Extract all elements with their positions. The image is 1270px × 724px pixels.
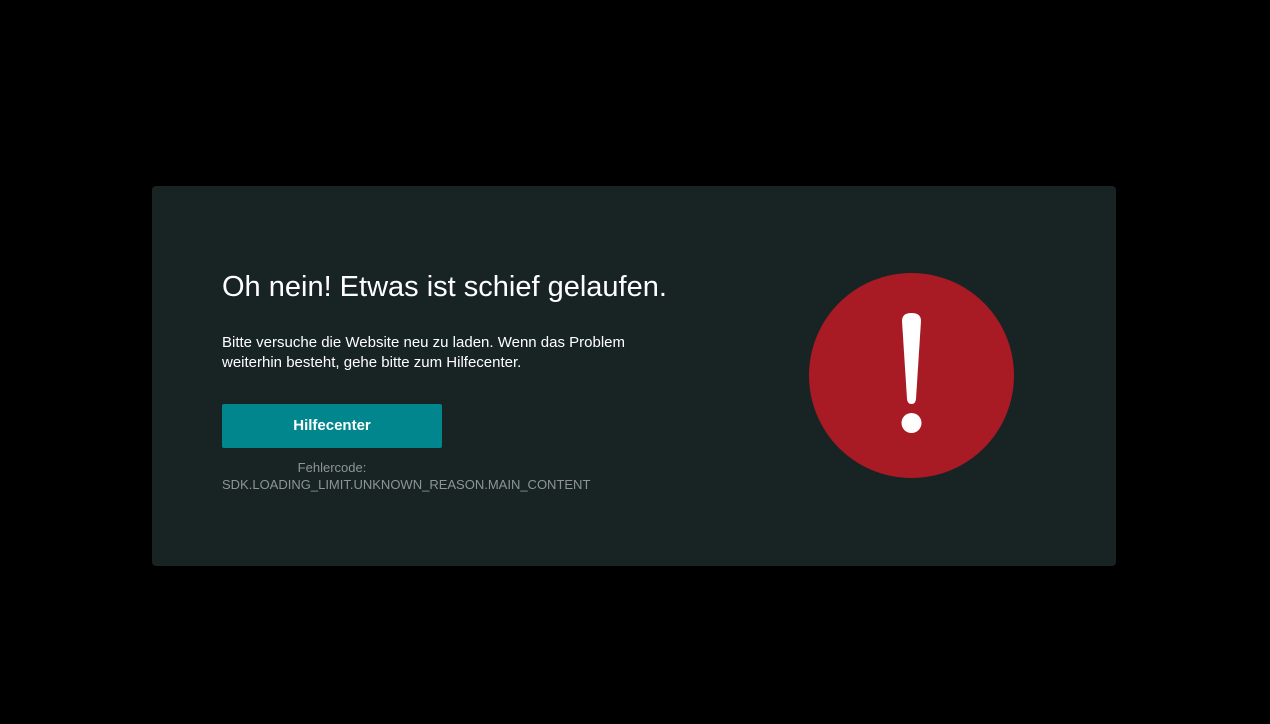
- error-title: Oh nein! Etwas ist schief gelaufen.: [222, 271, 667, 303]
- error-code-label: Fehlercode:: [297, 459, 367, 475]
- error-message: Bitte versuche die Website neu zu laden.…: [222, 333, 626, 371]
- exclamation-dot: [901, 413, 922, 433]
- error-card: Oh nein! Etwas ist schief gelaufen. Bitt…: [152, 186, 1116, 566]
- help-center-button[interactable]: Hilfecenter: [222, 403, 442, 448]
- error-code: Fehlercode: SDK.LOADING_LIMIT.UNKNOWN_RE…: [222, 459, 722, 493]
- error-code-value: SDK.LOADING_LIMIT.UNKNOWN_REASON.MAIN_CO…: [222, 476, 591, 492]
- error-content: Oh nein! Etwas ist schief gelaufen. Bitt…: [222, 270, 722, 493]
- exclamation-icon: [809, 273, 1014, 478]
